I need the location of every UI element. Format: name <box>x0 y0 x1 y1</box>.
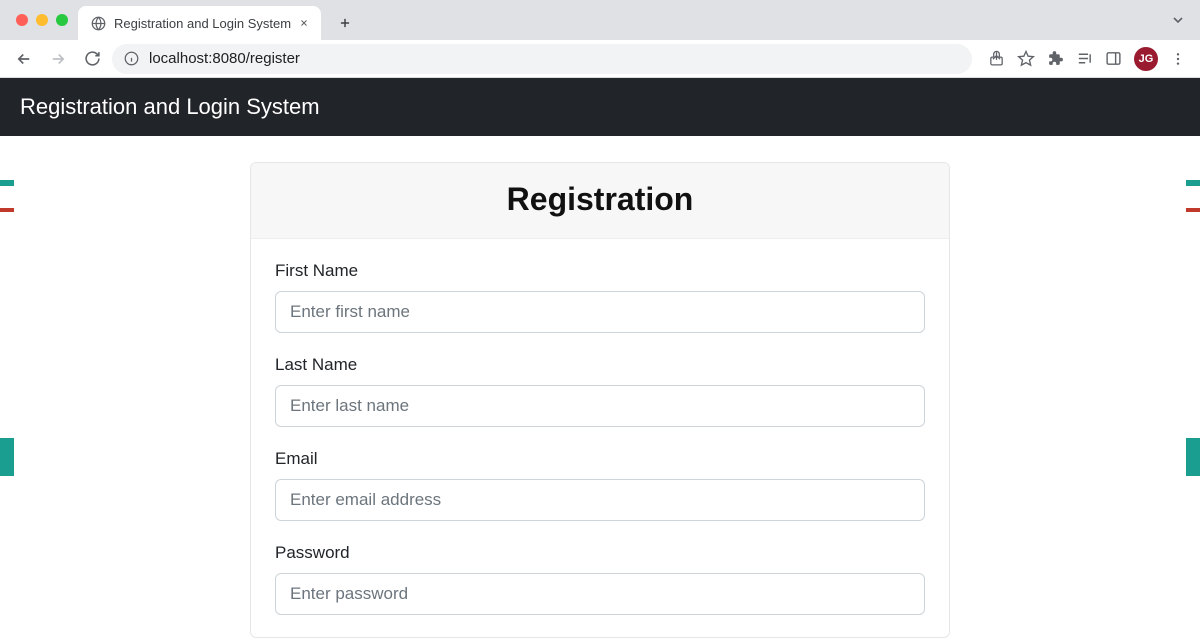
page-body: Registration First Name Last Name Email … <box>0 136 1200 638</box>
first-name-group: First Name <box>275 261 925 333</box>
side-panel-icon[interactable] <box>1105 50 1122 67</box>
address-bar[interactable]: localhost:8080/register <box>112 44 972 74</box>
email-input[interactable] <box>275 479 925 521</box>
background-sliver <box>1186 180 1200 186</box>
background-sliver <box>0 438 14 476</box>
window-minimize-button[interactable] <box>36 14 48 26</box>
registration-card: Registration First Name Last Name Email … <box>250 162 950 638</box>
email-label: Email <box>275 449 925 469</box>
last-name-input[interactable] <box>275 385 925 427</box>
window-maximize-button[interactable] <box>56 14 68 26</box>
card-header: Registration <box>251 163 949 239</box>
back-button[interactable] <box>10 45 38 73</box>
password-input[interactable] <box>275 573 925 615</box>
share-icon[interactable] <box>988 50 1005 67</box>
password-label: Password <box>275 543 925 563</box>
new-tab-button[interactable] <box>331 9 359 37</box>
tab-title: Registration and Login System <box>114 16 291 31</box>
registration-form: First Name Last Name Email Password <box>251 239 949 615</box>
toolbar-actions: JG <box>978 47 1190 71</box>
globe-icon <box>90 15 106 31</box>
reading-list-icon[interactable] <box>1076 50 1093 67</box>
profile-avatar[interactable]: JG <box>1134 47 1158 71</box>
last-name-group: Last Name <box>275 355 925 427</box>
kebab-menu-icon[interactable] <box>1170 51 1186 67</box>
url-text: localhost:8080/register <box>149 50 300 67</box>
forward-button[interactable] <box>44 45 72 73</box>
reload-button[interactable] <box>78 45 106 73</box>
bookmark-star-icon[interactable] <box>1017 50 1035 68</box>
browser-tab[interactable]: Registration and Login System <box>78 6 321 40</box>
password-group: Password <box>275 543 925 615</box>
tab-overflow-button[interactable] <box>1170 0 1186 40</box>
browser-toolbar: localhost:8080/register JG <box>0 40 1200 78</box>
first-name-input[interactable] <box>275 291 925 333</box>
background-sliver <box>1186 438 1200 476</box>
email-group: Email <box>275 449 925 521</box>
app-header: Registration and Login System <box>0 78 1200 136</box>
tab-close-button[interactable] <box>299 18 309 28</box>
tab-strip: Registration and Login System <box>0 0 1200 40</box>
last-name-label: Last Name <box>275 355 925 375</box>
background-sliver <box>1186 208 1200 212</box>
first-name-label: First Name <box>275 261 925 281</box>
card-title: Registration <box>251 181 949 218</box>
app-title: Registration and Login System <box>20 94 320 119</box>
background-sliver <box>0 180 14 186</box>
background-sliver <box>0 208 14 212</box>
window-controls <box>12 0 78 40</box>
site-info-icon[interactable] <box>124 51 139 66</box>
window-close-button[interactable] <box>16 14 28 26</box>
extensions-icon[interactable] <box>1047 50 1064 67</box>
